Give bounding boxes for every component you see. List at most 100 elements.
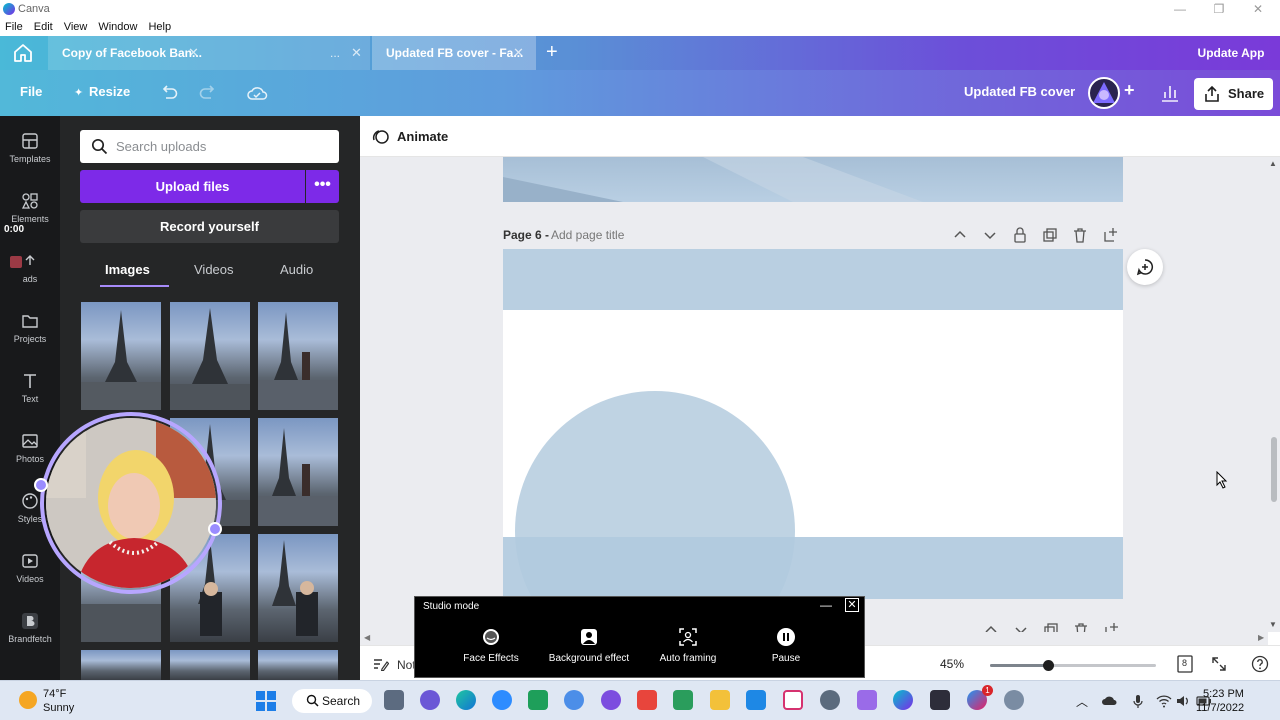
menu-window[interactable]: Window <box>93 19 137 36</box>
app-icon[interactable] <box>820 690 840 710</box>
menu-edit[interactable]: Edit <box>29 19 53 36</box>
wifi-icon[interactable] <box>1156 693 1172 709</box>
delete-page-icon[interactable] <box>1071 226 1089 244</box>
tab-close-icon[interactable]: ✕ <box>351 36 362 70</box>
cloud-saved-icon[interactable] <box>246 83 268 103</box>
design-page-6[interactable] <box>503 249 1123 599</box>
rail-projects[interactable]: Projects <box>0 312 60 362</box>
show-hidden-icons-chevron-icon[interactable]: ︿ <box>1076 693 1092 709</box>
weather-condition[interactable]: Sunny <box>43 702 74 714</box>
search-box[interactable] <box>80 130 339 163</box>
page-count-button[interactable]: 8 <box>1176 655 1194 673</box>
upload-thumbnail[interactable] <box>258 418 338 526</box>
zoom-slider[interactable] <box>990 660 1156 671</box>
add-member-button[interactable]: + <box>1124 80 1135 101</box>
help-icon[interactable] <box>1251 655 1269 673</box>
settings-app-icon[interactable] <box>601 690 621 710</box>
avatar[interactable] <box>1088 77 1120 109</box>
scrollbar-thumb[interactable] <box>1271 437 1277 502</box>
vertical-scrollbar[interactable]: ▲ ▼ <box>1268 157 1280 632</box>
clock-date[interactable]: 11/7/2022 <box>1196 702 1244 714</box>
upload-thumbnail[interactable] <box>81 302 161 410</box>
upload-thumbnail[interactable] <box>81 650 161 680</box>
upload-thumbnail[interactable] <box>258 534 338 642</box>
fullscreen-icon[interactable] <box>1210 655 1228 673</box>
upload-thumbnail[interactable] <box>258 650 338 680</box>
app-icon[interactable] <box>857 690 877 710</box>
record-yourself-button[interactable]: Record yourself <box>80 210 339 243</box>
upload-more-button[interactable]: ••• <box>306 170 339 203</box>
close-window-button[interactable]: ✕ <box>1248 1 1268 17</box>
edge-browser-icon[interactable] <box>456 690 476 710</box>
page-5-preview[interactable] <box>503 157 1123 202</box>
insights-chart-icon[interactable] <box>1160 83 1180 103</box>
rail-videos[interactable]: Videos <box>0 552 60 602</box>
microphone-icon[interactable] <box>1130 693 1146 709</box>
canva-app-icon[interactable] <box>893 690 913 710</box>
tab-audio[interactable]: Audio <box>280 262 313 277</box>
upload-thumbnail[interactable] <box>258 302 338 410</box>
onedrive-cloud-icon[interactable] <box>1102 693 1118 709</box>
notes-button[interactable]: Not <box>397 658 416 672</box>
scroll-right-icon[interactable]: ▶ <box>1258 633 1264 642</box>
teams-chat-icon[interactable] <box>420 690 440 710</box>
chevron-down-icon[interactable] <box>981 226 999 244</box>
windows-start-icon[interactable] <box>256 691 276 711</box>
auto-framing-button[interactable]: Auto framing <box>640 627 736 673</box>
maximize-window-button[interactable]: ❐ <box>1209 1 1229 17</box>
redo-icon[interactable] <box>198 83 218 103</box>
animate-button[interactable]: Animate <box>397 129 448 144</box>
file-app-icon[interactable] <box>710 690 730 710</box>
undo-icon[interactable] <box>159 83 179 103</box>
zoom-slider-knob[interactable] <box>1042 660 1054 671</box>
add-page-icon[interactable] <box>1101 226 1119 244</box>
page-title-input[interactable]: Add page title <box>551 228 624 242</box>
webcam-bubble[interactable] <box>34 412 222 594</box>
tab-close-icon[interactable]: ✕ <box>513 36 524 70</box>
studio-close-button[interactable]: ✕ <box>845 598 859 612</box>
tab-copy-of-facebook-banner[interactable]: Copy of Facebook Ban... ... ✕ ✕ <box>48 36 370 70</box>
weather-temperature[interactable]: 74°F <box>43 688 66 700</box>
minimize-window-button[interactable]: — <box>1170 1 1190 17</box>
duplicate-page-icon[interactable] <box>1041 226 1059 244</box>
add-comment-button[interactable] <box>1127 249 1163 285</box>
menu-view[interactable]: View <box>59 19 88 36</box>
rail-uploads[interactable]: ads <box>0 252 60 302</box>
app-icon[interactable] <box>673 690 693 710</box>
rail-templates[interactable]: Templates <box>0 132 60 182</box>
webcam-resize-handle[interactable] <box>208 522 222 536</box>
tab-videos[interactable]: Videos <box>194 262 234 277</box>
home-icon[interactable] <box>12 43 34 63</box>
sun-icon[interactable] <box>19 691 37 709</box>
tab-images[interactable]: Images <box>105 262 150 277</box>
webcam-resize-handle[interactable] <box>34 478 48 492</box>
upload-files-button[interactable]: Upload files <box>80 170 305 203</box>
scroll-down-icon[interactable]: ▼ <box>1269 620 1277 629</box>
resize-button[interactable]: Resize <box>89 84 130 99</box>
top-color-band[interactable] <box>503 249 1123 310</box>
chevron-up-icon[interactable] <box>951 226 969 244</box>
bottom-color-band[interactable] <box>503 537 1123 599</box>
lock-icon[interactable] <box>1011 226 1029 244</box>
task-view-icon[interactable] <box>384 690 404 710</box>
pause-button[interactable]: Pause <box>738 627 834 673</box>
scroll-up-icon[interactable]: ▲ <box>1269 159 1277 168</box>
clock-time[interactable]: 5:23 PM <box>1203 688 1244 700</box>
zoom-level[interactable]: 45% <box>940 657 964 671</box>
upload-thumbnail[interactable] <box>170 650 250 680</box>
face-effects-button[interactable]: Face Effects <box>443 627 539 673</box>
tab-updated-fb-cover[interactable]: Updated FB cover - Fa... ✕ <box>372 36 536 70</box>
new-tab-button[interactable]: + <box>546 40 558 64</box>
rail-brandfetch[interactable]: Brandfetch <box>0 612 60 662</box>
studio-minimize-button[interactable]: — <box>820 598 832 612</box>
zoom-app-icon[interactable] <box>492 690 512 710</box>
app-icon[interactable] <box>1004 690 1024 710</box>
update-app-button[interactable]: Update App <box>1192 43 1270 63</box>
gmail-icon[interactable] <box>637 690 657 710</box>
volume-icon[interactable] <box>1175 693 1191 709</box>
app-icon[interactable] <box>783 690 803 710</box>
file-menu-button[interactable]: File <box>20 84 42 99</box>
menu-help[interactable]: Help <box>143 19 171 36</box>
trello-icon[interactable] <box>746 690 766 710</box>
menu-file[interactable]: File <box>0 19 23 36</box>
